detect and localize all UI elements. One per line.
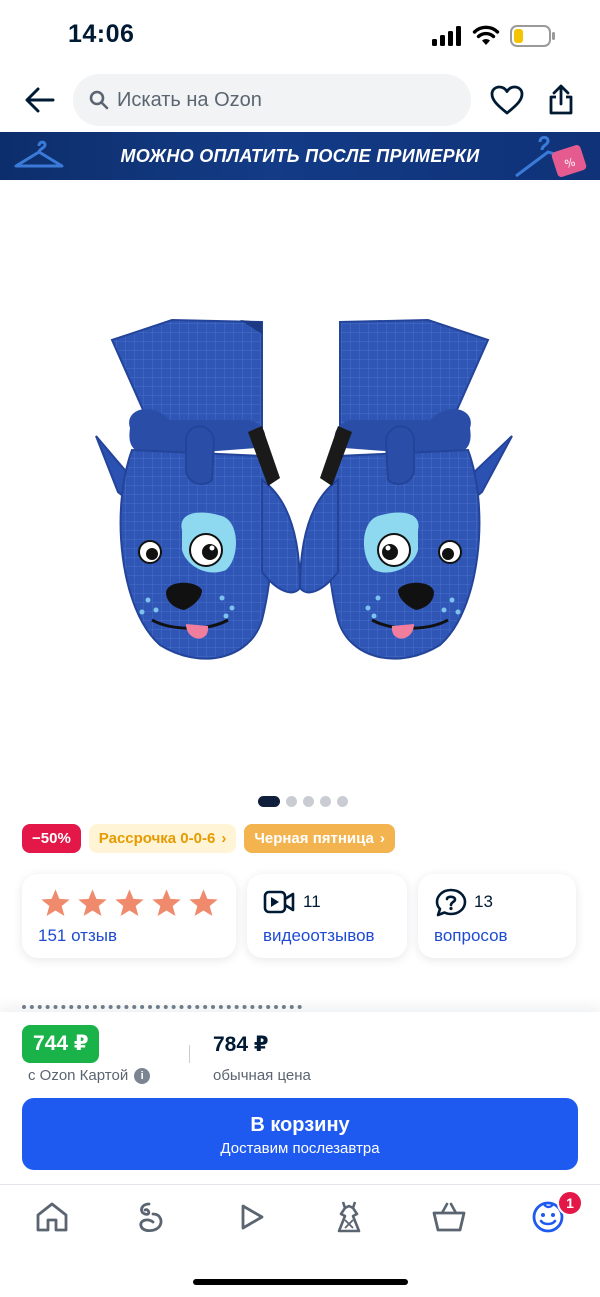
arrow-left-icon bbox=[25, 87, 55, 113]
questions-label: вопросов bbox=[434, 926, 508, 945]
tab-catalog[interactable] bbox=[126, 1195, 176, 1239]
price-divider bbox=[189, 1045, 190, 1063]
tab-video[interactable] bbox=[226, 1195, 276, 1239]
discount-badge: −50% bbox=[22, 824, 81, 853]
search-input[interactable] bbox=[117, 88, 437, 112]
promo-banner[interactable]: МОЖНО ОПЛАТИТЬ ПОСЛЕ ПРИМЕРКИ % bbox=[0, 132, 600, 180]
price-tag-icon: % bbox=[515, 135, 587, 178]
cellular-signal-icon bbox=[432, 26, 461, 46]
basket-icon bbox=[432, 1202, 466, 1232]
status-time: 14:06 bbox=[68, 20, 135, 48]
gallery-dot[interactable] bbox=[303, 796, 314, 807]
status-bar: 14:06 bbox=[0, 0, 600, 70]
video-reviews-card[interactable]: 11 видеоотзывов bbox=[247, 874, 407, 958]
tab-home[interactable] bbox=[27, 1195, 77, 1239]
info-icon[interactable]: i bbox=[134, 1067, 151, 1084]
section-heading-clipped bbox=[22, 995, 352, 1011]
share-button[interactable] bbox=[541, 80, 581, 120]
ozon-card-price: 744 ₽ bbox=[22, 1025, 100, 1063]
wifi-icon bbox=[472, 25, 500, 45]
add-to-cart-label: В корзину bbox=[250, 1114, 350, 1136]
tab-cart[interactable] bbox=[424, 1195, 474, 1239]
mittens-image bbox=[95, 318, 513, 660]
profile-notification-badge: 1 bbox=[557, 1190, 583, 1216]
buy-panel: 744 ₽ с Ozon Картой i 784 ₽ обычная цена… bbox=[0, 1012, 600, 1184]
installment-badge-label: Рассрочка 0-0-6 bbox=[98, 830, 216, 847]
chevron-right-icon: › bbox=[221, 830, 227, 847]
search-bar[interactable] bbox=[73, 74, 471, 126]
star-icon bbox=[115, 889, 144, 917]
gallery-dot[interactable] bbox=[337, 796, 348, 807]
ozon-card-caption: с Ozon Картой i bbox=[28, 1067, 151, 1084]
home-icon bbox=[36, 1202, 68, 1232]
black-friday-badge[interactable]: Черная пятница › bbox=[244, 824, 395, 853]
bottom-tab-bar bbox=[0, 1184, 600, 1297]
heart-icon bbox=[490, 85, 524, 115]
product-stats: 151 отзыв 11 видеоотзывов 13 вопросов bbox=[22, 874, 578, 960]
favorite-button[interactable] bbox=[487, 80, 527, 120]
clipped-text-remnant bbox=[22, 1005, 302, 1011]
ozon-card-caption-text: с Ozon Картой bbox=[28, 1067, 129, 1084]
reviews-card[interactable]: 151 отзыв bbox=[22, 874, 236, 958]
search-icon bbox=[89, 90, 109, 110]
catalog-swirl-icon bbox=[139, 1202, 163, 1233]
star-icon bbox=[152, 889, 181, 917]
share-icon bbox=[549, 84, 573, 115]
tab-fashion[interactable] bbox=[324, 1195, 374, 1239]
home-indicator bbox=[193, 1279, 408, 1285]
app-header bbox=[0, 72, 600, 130]
star-icon bbox=[41, 889, 70, 917]
star-icon bbox=[189, 889, 218, 917]
delivery-subtitle: Доставим послезавтра bbox=[220, 1140, 380, 1157]
back-button[interactable] bbox=[20, 80, 60, 120]
add-to-cart-button[interactable]: В корзину Доставим послезавтра bbox=[22, 1098, 578, 1170]
questions-card[interactable]: 13 вопросов bbox=[418, 874, 576, 958]
regular-price-caption: обычная цена bbox=[213, 1067, 311, 1084]
discount-badge-label: −50% bbox=[32, 830, 71, 847]
installment-badge[interactable]: Рассрочка 0-0-6 › bbox=[88, 824, 237, 853]
battery-icon bbox=[510, 25, 555, 47]
product-image[interactable] bbox=[0, 180, 600, 780]
dress-icon bbox=[337, 1201, 361, 1233]
star-icon bbox=[78, 889, 107, 917]
gallery-dot[interactable] bbox=[258, 796, 280, 807]
chevron-right-icon: › bbox=[379, 830, 385, 847]
promo-banner-text: МОЖНО ОПЛАТИТЬ ПОСЛЕ ПРИМЕРКИ bbox=[120, 146, 480, 166]
questions-count: 13 bbox=[474, 892, 493, 911]
rating-stars bbox=[40, 888, 219, 918]
play-icon bbox=[241, 1204, 264, 1230]
video-camera-icon bbox=[263, 890, 295, 914]
question-bubble-icon bbox=[435, 888, 467, 917]
video-reviews-label: видеоотзывов bbox=[263, 926, 375, 945]
regular-price: 784 ₽ bbox=[213, 1033, 269, 1056]
gallery-pagination bbox=[258, 796, 348, 807]
video-reviews-count: 11 bbox=[303, 892, 321, 911]
black-friday-badge-label: Черная пятница bbox=[254, 830, 374, 847]
gallery-dot[interactable] bbox=[286, 796, 297, 807]
reviews-count-link: 151 отзыв bbox=[38, 926, 117, 945]
product-badges: −50% Рассрочка 0-0-6 › Черная пятница › bbox=[22, 824, 395, 854]
gallery-dot[interactable] bbox=[320, 796, 331, 807]
